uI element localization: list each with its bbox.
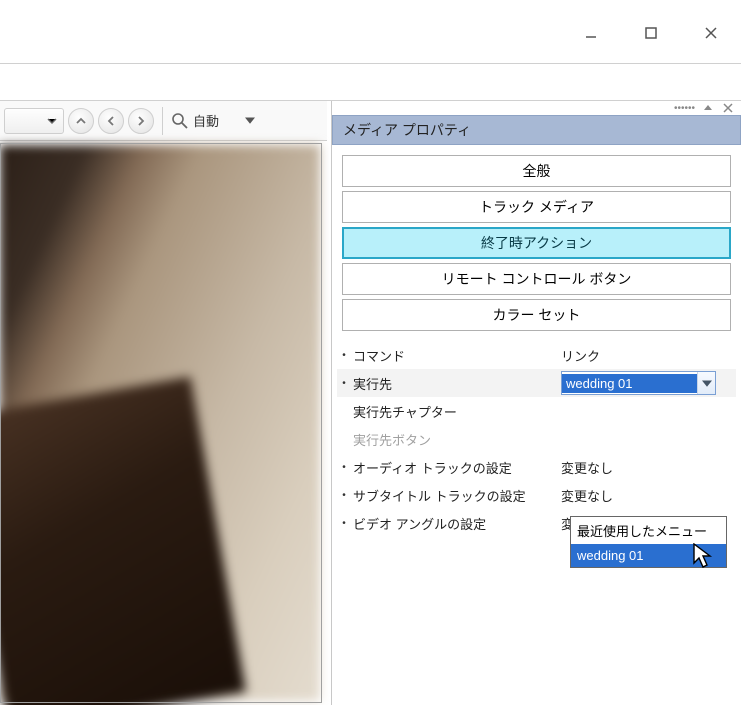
prop-key: 実行先チャプター: [351, 402, 561, 421]
zoom-control[interactable]: 自動: [171, 111, 255, 130]
zoom-caret-icon: [245, 113, 255, 128]
tab-track-media[interactable]: トラック メディア: [342, 191, 731, 223]
row-command[interactable]: コマンド リンク: [337, 341, 736, 369]
menu-bar-strip: [0, 63, 741, 101]
tab-end-action[interactable]: 終了時アクション: [342, 227, 731, 259]
bullet-icon: [337, 378, 351, 389]
tab-color-set[interactable]: カラー セット: [342, 299, 731, 331]
preview-toolbar: 自動: [0, 101, 327, 141]
nav-up-button[interactable]: [68, 108, 94, 134]
combo-selected-value: wedding 01: [562, 374, 697, 393]
preview-dropdown[interactable]: [4, 108, 64, 134]
row-audio-track[interactable]: オーディオ トラックの設定 変更なし: [337, 453, 736, 481]
row-subtitle-track[interactable]: サブタイトル トラックの設定 変更なし: [337, 481, 736, 509]
zoom-label: 自動: [193, 111, 219, 130]
prop-key: オーディオ トラックの設定: [351, 458, 561, 477]
prop-key: 実行先: [351, 374, 561, 393]
tab-remote-buttons[interactable]: リモート コントロール ボタン: [342, 263, 731, 295]
panel-dock-handle[interactable]: ••••••: [332, 101, 741, 115]
prop-key: 実行先ボタン: [351, 430, 561, 449]
row-destination[interactable]: 実行先 wedding 01: [337, 369, 736, 397]
window-titlebar: [0, 0, 741, 63]
row-destination-button: 実行先ボタン: [337, 425, 736, 453]
toolbar-separator: [162, 107, 163, 135]
tab-general[interactable]: 全般: [342, 155, 731, 187]
prop-key: サブタイトル トラックの設定: [351, 486, 561, 505]
bullet-icon: [337, 350, 351, 361]
nav-back-button[interactable]: [98, 108, 124, 134]
window-close-button[interactable]: [681, 18, 741, 48]
nav-forward-button[interactable]: [128, 108, 154, 134]
dropdown-option-recent-menu[interactable]: 最近使用したメニュー: [571, 517, 726, 544]
workspace: 自動 •••••• メディア プロパティ 全般 トラック メディア: [0, 101, 741, 705]
property-grid: コマンド リンク 実行先 wedding 01 実行先チャプター: [337, 341, 736, 537]
bullet-icon: [337, 462, 351, 473]
prop-value: リンク: [561, 346, 736, 365]
prop-value: 変更なし: [561, 486, 736, 505]
window-maximize-button[interactable]: [621, 18, 681, 48]
panel-tabstack: 全般 トラック メディア 終了時アクション リモート コントロール ボタン カラ…: [342, 155, 731, 331]
destination-dropdown-list[interactable]: 最近使用したメニュー wedding 01: [570, 516, 727, 568]
preview-pane: 自動: [0, 101, 327, 705]
panel-grip-icon: ••••••: [674, 103, 695, 114]
magnifier-icon: [171, 112, 189, 130]
media-properties-panel: •••••• メディア プロパティ 全般 トラック メディア 終了時アクション …: [331, 101, 741, 705]
chevron-down-icon: [697, 372, 715, 394]
panel-close-button[interactable]: [721, 101, 735, 115]
bullet-icon: [337, 518, 351, 529]
prop-value: 変更なし: [561, 458, 736, 477]
panel-collapse-button[interactable]: [701, 101, 715, 115]
window-minimize-button[interactable]: [561, 18, 621, 48]
prop-key: ビデオ アングルの設定: [351, 514, 561, 533]
dropdown-option-wedding-01[interactable]: wedding 01: [571, 544, 726, 567]
preview-image: [0, 145, 320, 701]
prop-key: コマンド: [351, 346, 561, 365]
bullet-icon: [337, 490, 351, 501]
panel-title: メディア プロパティ: [332, 115, 741, 145]
panel-title-text: メディア プロパティ: [343, 120, 471, 140]
row-destination-chapter[interactable]: 実行先チャプター: [337, 397, 736, 425]
destination-combo[interactable]: wedding 01: [561, 371, 716, 395]
